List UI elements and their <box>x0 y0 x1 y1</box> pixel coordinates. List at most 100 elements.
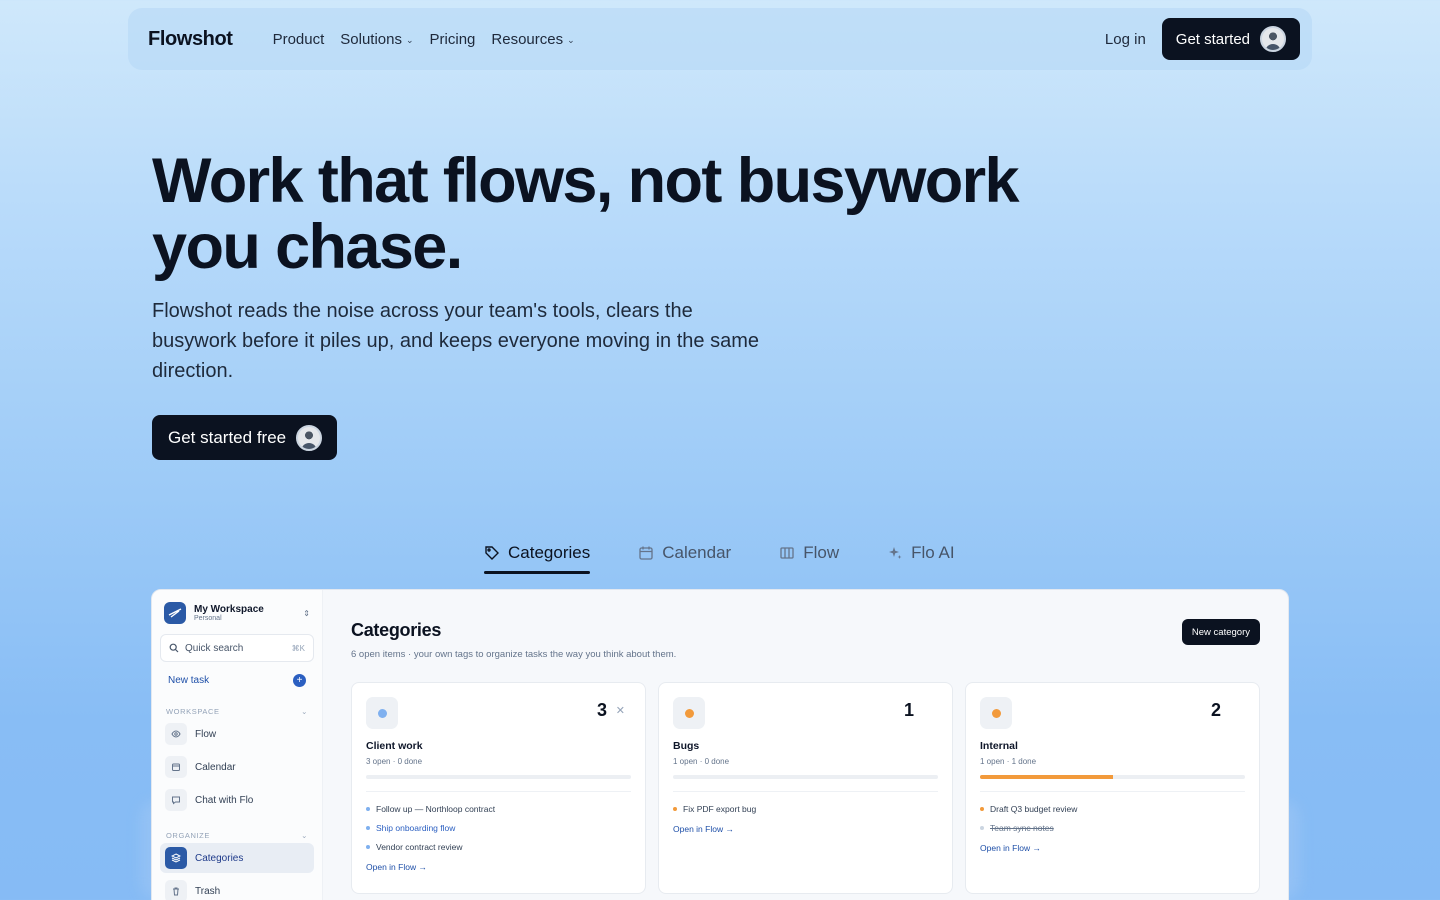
task-text: Draft Q3 budget review <box>990 803 1078 814</box>
category-name: Client work <box>366 740 423 752</box>
chevron-down-icon: ⌄ <box>406 34 414 45</box>
category-count: 1 <box>903 700 914 720</box>
workspace-type: Personal <box>194 615 222 622</box>
task-item[interactable]: Follow up — Northloop contract <box>366 799 631 818</box>
category-count: 3 <box>596 700 607 720</box>
section-label: ORGANIZE <box>166 831 210 840</box>
bullet-icon <box>980 806 984 811</box>
tab-calendar[interactable]: Calendar <box>638 538 731 568</box>
nav-link-pricing[interactable]: Pricing <box>430 31 476 48</box>
nav-link-solutions[interactable]: Solutions ⌄ <box>340 31 413 48</box>
get-started-free-button[interactable]: Get started free <box>152 415 338 460</box>
task-item[interactable]: Ship onboarding flow <box>366 818 631 837</box>
task-item[interactable]: Team sync notes <box>980 818 1245 837</box>
section-label: WORKSPACE <box>166 707 220 716</box>
bullet-icon <box>366 825 370 830</box>
category-dot-icon <box>673 697 705 729</box>
category-name: Internal <box>980 740 1018 752</box>
category-cards: 3 ✕ Client work 3 open · 0 done Follow u… <box>351 682 1260 894</box>
sidebar-item-label: Flow <box>195 728 217 740</box>
plus-icon: + <box>293 674 306 687</box>
category-count: 2 <box>1210 700 1221 720</box>
category-color-dot <box>991 708 1001 718</box>
sidebar-item-label: Chat with Flo <box>195 794 254 806</box>
eye-icon <box>165 723 187 745</box>
tab-flo-ai[interactable]: Flo AI <box>887 538 955 568</box>
sidebar-item-calendar[interactable]: Calendar <box>160 752 314 782</box>
bullet-icon <box>980 825 984 830</box>
get-started-label: Get started <box>1175 30 1250 48</box>
sidebar-item-flow[interactable]: Flow <box>160 719 314 749</box>
new-task-button[interactable]: New task + <box>160 674 314 687</box>
workspace-switcher[interactable]: My Workspace Personal ⇕ <box>160 602 314 624</box>
nav-link-resources[interactable]: Resources ⌄ <box>491 31 574 48</box>
hero-subtitle: Flowshot reads the noise across your tea… <box>152 300 760 382</box>
sidebar-item-label: Categories <box>195 852 244 864</box>
open-in-flow-link[interactable]: Open in Flow → <box>366 862 631 872</box>
tab-label: Flow <box>803 543 840 562</box>
nav-link-label: Product <box>272 30 325 48</box>
top-nav: Flowshot Product Solutions ⌄ Pricing Reso… <box>128 8 1312 70</box>
bullet-icon <box>366 844 370 849</box>
workspace-info: My Workspace Personal <box>194 604 264 622</box>
category-stats: 1 open · 0 done <box>673 757 730 766</box>
avatar <box>1260 26 1286 52</box>
sidebar-item-categories[interactable]: Categories <box>160 843 314 873</box>
sparkle-icon <box>889 547 902 559</box>
tab-flow[interactable]: Flow <box>779 538 839 568</box>
sidebar-item-trash[interactable]: Trash <box>160 876 314 900</box>
get-started-free-label: Get started free <box>168 427 287 447</box>
tab-label: Categories <box>508 543 591 562</box>
task-item[interactable]: Fix PDF export bug <box>673 799 938 818</box>
divider <box>673 791 938 792</box>
chevron-down-icon: ⌄ <box>301 831 308 840</box>
app-main: Categories 6 open items · your own tags … <box>323 590 1288 900</box>
tab-categories[interactable]: Categories <box>484 538 591 574</box>
sidebar-item-chat[interactable]: Chat with Flo <box>160 785 314 815</box>
category-card-client-work[interactable]: 3 ✕ Client work 3 open · 0 done Follow u… <box>351 682 646 894</box>
app-sidebar: My Workspace Personal ⇕ Quick search ⌘K … <box>152 590 323 900</box>
hero-title: Work that flows, not busywork you chase. <box>152 146 1020 282</box>
task-list: Follow up — Northloop contract Ship onbo… <box>366 799 631 856</box>
category-stats: 3 open · 0 done <box>366 757 423 766</box>
category-stats: 1 open · 1 done <box>980 757 1037 766</box>
nav-link-product[interactable]: Product <box>273 31 325 48</box>
layers-icon <box>165 847 187 869</box>
tab-label: Flo AI <box>911 543 955 562</box>
section-organize[interactable]: ORGANIZE ⌄ <box>160 831 314 840</box>
page-subtitle: 6 open items · your own tags to organize… <box>351 649 677 660</box>
divider <box>366 791 631 792</box>
quick-search[interactable]: Quick search ⌘K <box>160 634 314 662</box>
open-in-flow-link[interactable]: Open in Flow → <box>980 843 1245 853</box>
category-name: Bugs <box>673 740 700 752</box>
progress-bar <box>980 775 1245 779</box>
category-card-bugs[interactable]: 1 Bugs 1 open · 0 done Fix PDF export bu… <box>658 682 953 894</box>
task-text: Team sync notes <box>990 822 1054 833</box>
open-in-flow-link[interactable]: Open in Flow → <box>673 824 938 834</box>
app-preview: My Workspace Personal ⇕ Quick search ⌘K … <box>151 589 1289 900</box>
task-item[interactable]: Vendor contract review <box>366 837 631 856</box>
category-color-dot <box>377 708 387 718</box>
columns-icon <box>780 547 794 559</box>
close-icon[interactable]: ✕ <box>616 704 625 717</box>
category-card-internal[interactable]: 2 Internal 1 open · 1 done Draft Q3 budg… <box>965 682 1260 894</box>
nav-actions: Log in Get started <box>1105 18 1300 60</box>
task-list: Fix PDF export bug <box>673 799 938 818</box>
chevron-updown-icon: ⇕ <box>303 608 310 618</box>
logo[interactable]: Flowshot <box>148 28 233 51</box>
category-color-dot <box>684 708 694 718</box>
new-category-button[interactable]: New category <box>1181 619 1260 645</box>
task-item[interactable]: Draft Q3 budget review <box>980 799 1245 818</box>
progress-bar <box>366 775 631 779</box>
login-link[interactable]: Log in <box>1105 31 1146 48</box>
bullet-icon <box>366 806 370 811</box>
nav-link-label: Pricing <box>429 30 476 48</box>
tab-label: Calendar <box>662 543 732 562</box>
divider <box>980 791 1245 792</box>
task-text: Fix PDF export bug <box>683 803 757 814</box>
chat-icon <box>165 789 187 811</box>
task-text: Vendor contract review <box>376 841 463 852</box>
section-workspace[interactable]: WORKSPACE ⌄ <box>160 707 314 716</box>
category-dot-icon <box>980 697 1012 729</box>
get-started-button[interactable]: Get started <box>1161 18 1300 60</box>
